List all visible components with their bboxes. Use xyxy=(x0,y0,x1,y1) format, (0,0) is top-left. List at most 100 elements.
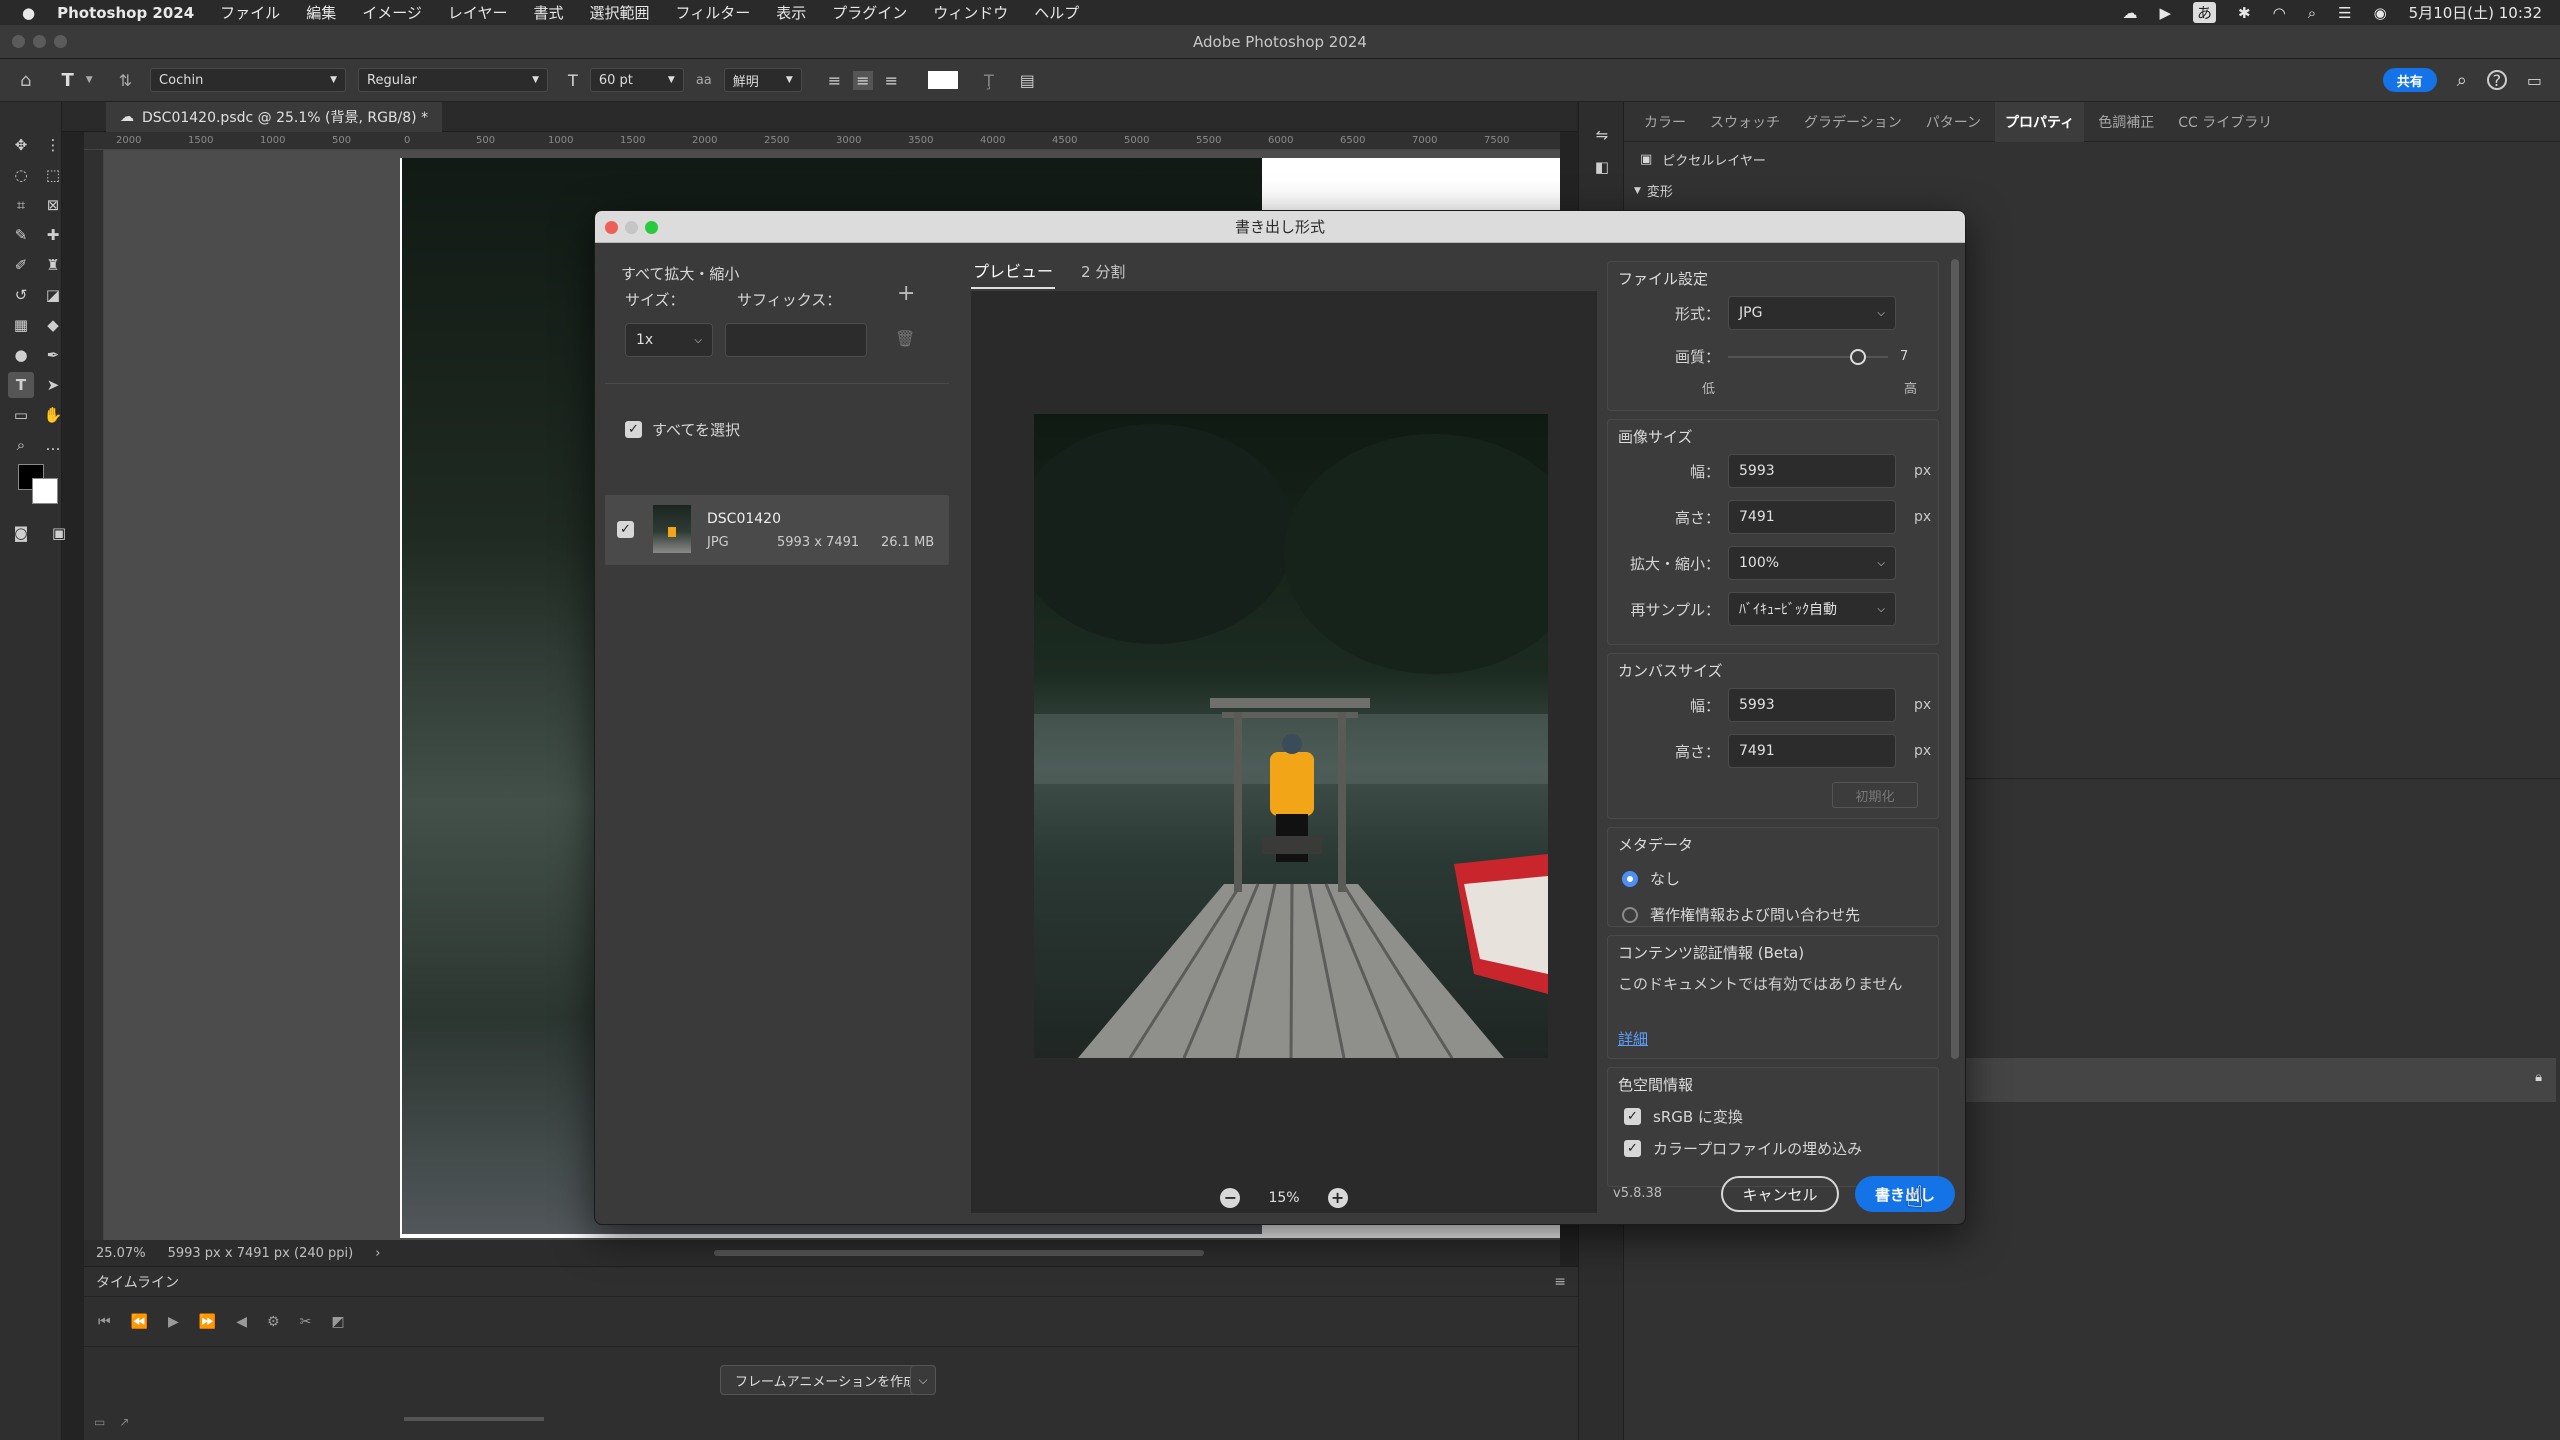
menu-file[interactable]: ファイル xyxy=(220,2,280,23)
export-button[interactable]: 書き出し xyxy=(1855,1176,1955,1212)
convert-srgb-checkbox[interactable]: ✓ xyxy=(1624,1108,1641,1125)
previous-frame-icon[interactable]: ⏪ xyxy=(131,1314,148,1330)
image-height-input[interactable]: 7491 xyxy=(1728,500,1896,534)
dialog-zoom-button[interactable] xyxy=(645,221,658,234)
tab-split-view[interactable]: 2 分割 xyxy=(1081,261,1125,282)
blur-tool-icon[interactable]: ◆ xyxy=(40,312,66,338)
eraser-tool-icon[interactable]: ◪ xyxy=(40,282,66,308)
screen-mode-icon[interactable]: ▣ xyxy=(46,520,72,546)
export-file-row[interactable]: ✓ DSC01420 JPG 5993 x 7491 26.1 MB xyxy=(605,495,949,565)
align-right-icon[interactable]: ≡ xyxy=(885,71,898,90)
menu-select[interactable]: 選択範囲 xyxy=(589,2,649,23)
menu-window[interactable]: ウィンドウ xyxy=(933,2,1008,23)
metadata-none-option[interactable]: なし xyxy=(1622,868,1680,889)
image-width-input[interactable]: 5993 xyxy=(1728,454,1896,488)
artboard-tool-icon[interactable]: ⋮ xyxy=(40,132,66,158)
path-select-tool-icon[interactable]: ➤ xyxy=(40,372,66,398)
select-all-row[interactable]: ✓ すべてを選択 xyxy=(625,419,740,440)
tab-adjustments[interactable]: 色調補正 xyxy=(2088,102,2164,142)
tab-swatches[interactable]: スウォッチ xyxy=(1700,102,1790,142)
scissors-icon[interactable]: ✂ xyxy=(300,1314,312,1330)
rectangle-tool-icon[interactable]: ▭ xyxy=(8,402,34,428)
quick-select-tool-icon[interactable]: ⬚ xyxy=(40,162,66,188)
zoom-tool-icon[interactable]: ⌕ xyxy=(8,432,34,458)
resample-select[interactable]: ﾊﾞｲｷｭｰﾋﾞｯｸ自動 ⌵ xyxy=(1728,592,1896,626)
play-icon[interactable]: ▶ xyxy=(168,1314,179,1330)
history-brush-icon[interactable]: ↺ xyxy=(8,282,34,308)
history-panel-icon[interactable]: ⇋ xyxy=(1589,122,1615,148)
image-scale-select[interactable]: 100% ⌵ xyxy=(1728,546,1896,580)
siri-icon[interactable]: ◉ xyxy=(2374,4,2387,22)
control-center-icon[interactable]: ☰ xyxy=(2338,4,2351,22)
settings-scrollbar[interactable] xyxy=(1951,259,1959,1059)
home-icon[interactable]: ⌂ xyxy=(20,70,31,91)
format-select[interactable]: JPG ⌵ xyxy=(1728,296,1896,330)
antialias-select[interactable]: 鮮明 ▼ xyxy=(723,68,802,92)
chevron-right-icon[interactable]: › xyxy=(375,1246,380,1261)
stamp-tool-icon[interactable]: ♜ xyxy=(40,252,66,278)
libraries-panel-icon[interactable]: ◧ xyxy=(1589,154,1615,180)
play-icon[interactable]: ▶ xyxy=(2159,4,2171,22)
tab-preview[interactable]: プレビュー xyxy=(971,253,1056,289)
zoom-in-icon[interactable]: + xyxy=(1327,1188,1348,1208)
tab-gradients[interactable]: グラデーション xyxy=(1794,102,1912,142)
menu-type[interactable]: 書式 xyxy=(533,2,563,23)
gradient-tool-icon[interactable]: ▦ xyxy=(8,312,34,338)
details-link[interactable]: 詳細 xyxy=(1618,1028,1648,1049)
file-checkbox[interactable]: ✓ xyxy=(617,521,634,538)
transform-section[interactable]: ▼ 変形 xyxy=(1624,177,2560,204)
zoom-window-button[interactable] xyxy=(54,35,67,48)
zoom-level[interactable]: 25.07% xyxy=(96,1246,146,1261)
font-style-select[interactable]: Regular ▼ xyxy=(358,68,549,92)
scale-select[interactable]: 1x ⌵ xyxy=(625,323,713,357)
wifi-icon[interactable]: ◠ xyxy=(2273,4,2286,22)
more-tools-icon[interactable]: … xyxy=(40,432,66,458)
embed-profile-option[interactable]: ✓ カラープロファイルの埋め込み xyxy=(1624,1138,1862,1159)
hand-tool-icon[interactable]: ✋ xyxy=(40,402,66,428)
suffix-input[interactable] xyxy=(725,323,867,357)
canvas-height-input[interactable]: 7491 xyxy=(1728,734,1896,768)
background-color-swatch[interactable] xyxy=(32,478,58,504)
search-icon[interactable]: ⌕ xyxy=(2457,70,2467,91)
font-family-select[interactable]: Cochin ▼ xyxy=(150,68,347,92)
ime-indicator[interactable]: あ xyxy=(2193,2,2217,23)
help-icon[interactable]: ? xyxy=(2486,70,2507,90)
add-scale-icon[interactable]: + xyxy=(897,281,915,306)
convert-icon[interactable]: ▭ xyxy=(94,1415,105,1429)
audio-icon[interactable]: ◀ xyxy=(236,1314,247,1330)
quality-slider[interactable] xyxy=(1728,347,1888,367)
type-tool-icon[interactable]: T xyxy=(8,372,34,398)
cloud-icon[interactable]: ☁ xyxy=(2122,4,2137,22)
quality-slider-thumb[interactable] xyxy=(1850,348,1866,365)
menu-edit[interactable]: 編集 xyxy=(306,2,336,23)
tab-patterns[interactable]: パターン xyxy=(1916,102,1991,142)
menu-image[interactable]: イメージ xyxy=(362,2,422,23)
text-orientation-icon[interactable]: ⇅ xyxy=(119,71,132,90)
quick-mask-icon[interactable]: ◙ xyxy=(8,520,34,546)
bluetooth-icon[interactable]: ✱ xyxy=(2238,4,2251,22)
chevron-down-icon[interactable]: ▼ xyxy=(86,75,93,85)
close-window-button[interactable] xyxy=(12,35,25,48)
font-size-select[interactable]: 60 pt ▼ xyxy=(589,68,684,92)
tab-color[interactable]: カラー xyxy=(1634,102,1696,142)
menu-help[interactable]: ヘルプ xyxy=(1034,2,1079,23)
trash-icon[interactable]: 🗑︎ xyxy=(895,329,915,348)
crop-tool-icon[interactable]: ⌗ xyxy=(8,192,34,218)
brush-tool-icon[interactable]: ✐ xyxy=(8,252,34,278)
metadata-none-radio[interactable] xyxy=(1622,870,1638,887)
panel-menu-icon[interactable]: ≡ xyxy=(1554,1274,1566,1290)
eyedropper-tool-icon[interactable]: ✎ xyxy=(8,222,34,248)
healing-brush-icon[interactable]: ✚ xyxy=(40,222,66,248)
transition-icon[interactable]: ◩ xyxy=(331,1314,344,1330)
preview-area[interactable]: − 15% + xyxy=(971,291,1597,1213)
layer-row[interactable]: 🔒︎ xyxy=(1964,1058,2556,1102)
create-frame-animation-button[interactable]: フレームアニメーションを作成 xyxy=(720,1365,932,1395)
character-panel-icon[interactable]: ▤ xyxy=(1020,71,1035,90)
menu-filter[interactable]: フィルター xyxy=(676,2,751,23)
minimize-window-button[interactable] xyxy=(33,35,46,48)
cancel-button[interactable]: キャンセル xyxy=(1721,1176,1839,1212)
spotlight-icon[interactable]: ⌕ xyxy=(2308,4,2316,22)
warp-text-icon[interactable]: Ţ xyxy=(984,71,994,90)
metadata-copyright-radio[interactable] xyxy=(1622,906,1638,923)
document-tab[interactable]: ☁ DSC01420.psdc @ 25.1% (背景, RGB/8) * xyxy=(106,101,443,132)
